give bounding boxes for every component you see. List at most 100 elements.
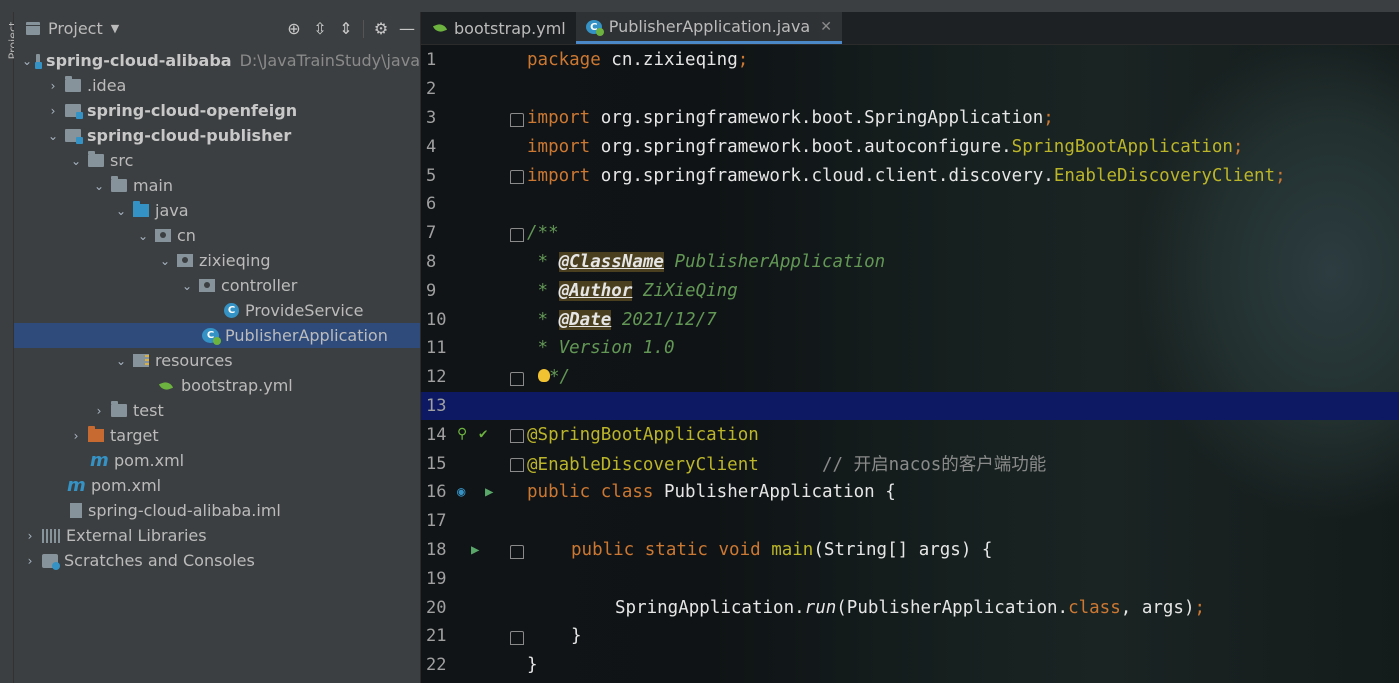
tree-item-label: main (133, 176, 173, 195)
expand-all-icon[interactable]: ⇳ (307, 19, 333, 38)
code-text: * @Author ZiXieQing (527, 280, 738, 301)
collapsed-arrow-icon[interactable]: › (68, 429, 84, 443)
fold-marker-icon[interactable] (510, 630, 524, 645)
collapsed-arrow-icon[interactable]: › (45, 79, 61, 93)
code-line[interactable]: 11 * Version 1.0 (421, 334, 1399, 363)
spring-leaf-icon[interactable]: ✔ (479, 426, 487, 442)
expand-arrow-icon[interactable]: ⌄ (113, 204, 129, 218)
code-line[interactable]: 18 ▶ public static void main(String[] ar… (421, 536, 1399, 565)
code-text: import org.springframework.cloud.client.… (527, 165, 1286, 186)
editor-tabs: bootstrap.yml C PublisherApplication.jav… (421, 12, 1399, 45)
spring-bean-icon[interactable]: ⚲ (457, 426, 467, 442)
fold-marker-icon[interactable] (510, 371, 524, 386)
tab-bootstrap-yml[interactable]: bootstrap.yml (421, 12, 576, 44)
code-line[interactable]: 2 (421, 75, 1399, 104)
run-icon[interactable]: ▶ (485, 484, 493, 500)
collapsed-arrow-icon[interactable]: › (45, 104, 61, 118)
tree-item-java[interactable]: ⌄ java (14, 198, 420, 223)
collapsed-arrow-icon[interactable]: › (22, 529, 38, 543)
tree-item-src[interactable]: ⌄ src (14, 148, 420, 173)
hide-panel-icon[interactable]: — (394, 19, 420, 38)
libraries-icon (42, 528, 60, 543)
project-view-selector[interactable]: Project ▼ (14, 19, 119, 38)
expand-arrow-icon[interactable]: ⌄ (157, 254, 173, 268)
tree-item-main[interactable]: ⌄ main (14, 173, 420, 198)
code-line[interactable]: 10 * @Date 2021/12/7 (421, 305, 1399, 334)
tree-item-label: target (110, 426, 159, 445)
code-line[interactable]: 3 import org.springframework.boot.Spring… (421, 104, 1399, 133)
code-line[interactable]: 9 * @Author ZiXieQing (421, 276, 1399, 305)
code-line[interactable]: 16 ◉ ▶ public class PublisherApplication… (421, 478, 1399, 507)
expand-arrow-icon[interactable]: ⌄ (135, 229, 151, 243)
tree-item-spring-cloud-openfeign[interactable]: › spring-cloud-openfeign (14, 98, 420, 123)
tree-item-pom-xml[interactable]: m pom.xml (14, 448, 420, 473)
code-line[interactable]: 4 import org.springframework.boot.autoco… (421, 132, 1399, 161)
code-line[interactable]: 12 */ (421, 363, 1399, 392)
code-line-current[interactable]: 13 (421, 391, 1399, 421)
fold-marker-icon[interactable] (510, 170, 524, 185)
code-text: @EnableDiscoveryClient // 开启nacos的客户端功能 (527, 455, 1047, 476)
code-line[interactable]: 22 } (421, 651, 1399, 680)
tree-item-idea[interactable]: › .idea (14, 73, 420, 98)
code-line[interactable]: 5 import org.springframework.cloud.clien… (421, 161, 1399, 190)
spring-boot-class-icon: C (202, 328, 221, 345)
code-line[interactable]: 15 @EnableDiscoveryClient // 开启nacos的客户端… (421, 449, 1399, 478)
expand-arrow-icon[interactable]: ⌄ (179, 279, 195, 293)
code-text: public static void main(String[] args) { (571, 539, 993, 560)
tree-item-test[interactable]: › test (14, 398, 420, 423)
expand-arrow-icon[interactable]: ⌄ (113, 354, 129, 368)
code-line[interactable]: 14 ⚲ ✔ @SpringBootApplication (421, 420, 1399, 449)
collapsed-arrow-icon[interactable]: › (91, 404, 107, 418)
expand-arrow-icon[interactable]: ⌄ (68, 154, 84, 168)
spring-boot-icon[interactable]: ◉ (457, 484, 465, 500)
tree-item-external-libraries[interactable]: › External Libraries (14, 523, 420, 548)
fold-marker-icon[interactable] (510, 458, 524, 473)
expand-arrow-icon[interactable]: ⌄ (22, 54, 32, 68)
gear-icon[interactable]: ⚙ (368, 19, 394, 38)
tree-item-cn[interactable]: ⌄ cn (14, 223, 420, 248)
run-icon[interactable]: ▶ (471, 542, 479, 558)
tab-label: PublisherApplication.java (608, 17, 811, 36)
collapse-all-icon[interactable]: ⇕ (333, 19, 359, 38)
fold-marker-icon[interactable] (510, 429, 524, 444)
tree-item-scratches[interactable]: › Scratches and Consoles (14, 548, 420, 573)
expand-arrow-icon[interactable]: ⌄ (45, 129, 61, 143)
tree-item-publisherapplication[interactable]: C PublisherApplication (14, 323, 420, 348)
fold-marker-icon[interactable] (510, 544, 524, 559)
tab-publisherapplication-java[interactable]: C PublisherApplication.java ✕ (575, 12, 842, 44)
tree-item-zixieqing[interactable]: ⌄ zixieqing (14, 248, 420, 273)
code-line[interactable]: 17 (421, 507, 1399, 536)
code-line[interactable]: 1 package cn.zixieqing; (421, 46, 1399, 75)
code-text: * @ClassName PublisherApplication (527, 251, 886, 272)
close-icon[interactable]: ✕ (820, 19, 832, 35)
tree-item-iml[interactable]: spring-cloud-alibaba.iml (14, 498, 420, 523)
tree-item-label: .idea (87, 76, 127, 95)
tree-item-spring-cloud-publisher[interactable]: ⌄ spring-cloud-publisher (14, 123, 420, 148)
tree-item-target[interactable]: › target (14, 423, 420, 448)
folder-icon (111, 176, 127, 192)
code-line[interactable]: 7 /** (421, 219, 1399, 248)
tree-item-pom-xml[interactable]: m pom.xml (14, 473, 420, 498)
package-icon (177, 254, 193, 267)
code-line[interactable]: 20 SpringApplication.run(PublisherApplic… (421, 593, 1399, 622)
tree-item-resources[interactable]: ⌄ resources (14, 348, 420, 373)
collapsed-arrow-icon[interactable]: › (22, 554, 38, 568)
code-line[interactable]: 6 (421, 190, 1399, 219)
tree-item-bootstrap-yml[interactable]: bootstrap.yml (14, 373, 420, 398)
expand-arrow-icon[interactable]: ⌄ (91, 179, 107, 193)
tree-item-spring-cloud-alibaba[interactable]: ⌄ spring-cloud-alibaba D:\JavaTrainStudy… (14, 48, 420, 73)
tree-item-label: controller (221, 276, 298, 295)
fold-marker-icon[interactable] (510, 227, 524, 242)
code-line[interactable]: 8 * @ClassName PublisherApplication (421, 248, 1399, 277)
tree-item-provideservice[interactable]: C ProvideService (14, 298, 420, 323)
iml-file-icon (70, 503, 82, 518)
line-number: 21 (426, 626, 447, 647)
code-line[interactable]: 21 } (421, 622, 1399, 651)
code-editor[interactable]: bootstrap.yml C PublisherApplication.jav… (421, 12, 1399, 683)
code-area[interactable]: 1 package cn.zixieqing; 2 3 import org.s… (421, 46, 1399, 680)
tree-item-controller[interactable]: ⌄ controller (14, 273, 420, 298)
code-line[interactable]: 19 (421, 564, 1399, 593)
locate-file-icon[interactable]: ⊕ (281, 19, 307, 38)
resources-folder-icon (133, 354, 149, 367)
fold-marker-icon[interactable] (510, 112, 524, 127)
